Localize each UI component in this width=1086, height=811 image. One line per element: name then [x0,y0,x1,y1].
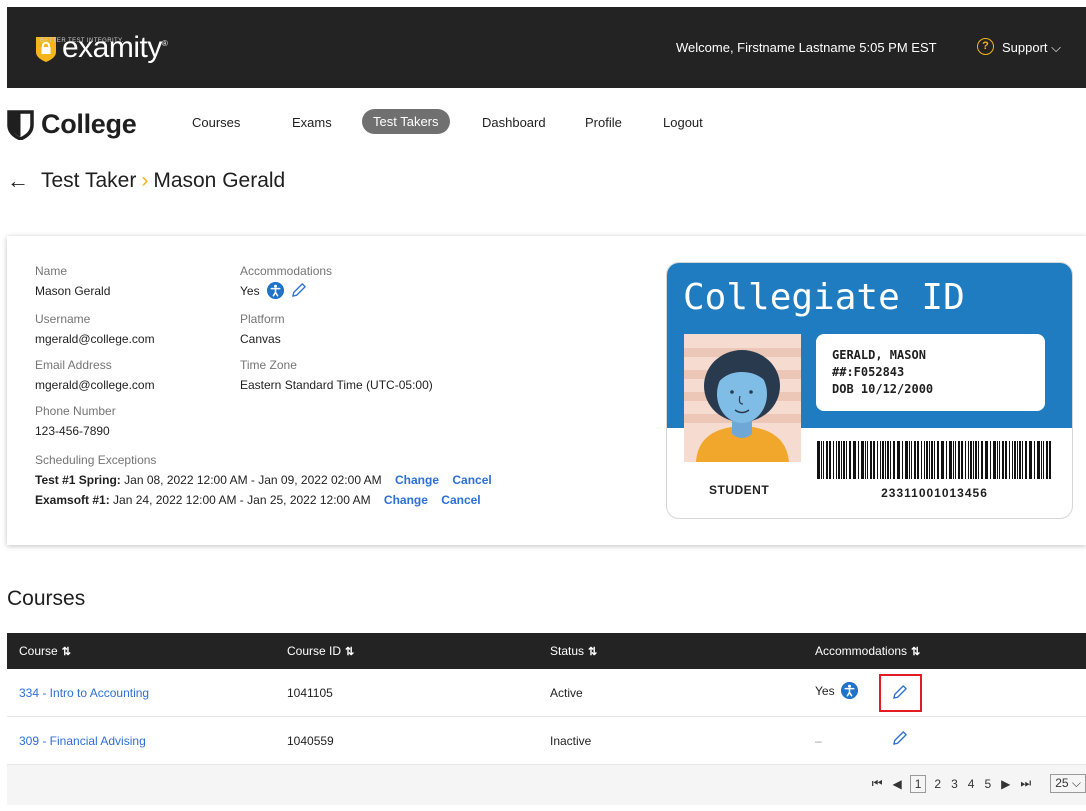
column-header-course-id[interactable]: Course ID ⇅ [287,644,354,658]
courses-table: Course ⇅ Course ID ⇅ Status ⇅ Accommodation… [7,633,1086,805]
name-value: Mason Gerald [35,284,111,298]
sort-icon[interactable]: ⇅ [62,646,71,658]
phone-value: 123-456-7890 [35,424,110,438]
timezone-value: Eastern Standard Time (UTC-05:00) [240,378,433,392]
exception-name: Examsoft #1: [35,493,110,507]
edit-pencil-icon[interactable] [290,282,307,299]
id-card-dob: DOB 10/12/2000 [832,382,934,396]
exception-cancel-link[interactable]: Cancel [441,493,480,507]
exception-change-link[interactable]: Change [395,473,439,487]
column-header-accommodations[interactable]: Accommodations ⇅ [815,644,920,658]
phone-label: Phone Number [35,404,116,418]
table-header: Course ⇅ Course ID ⇅ Status ⇅ Accommodation… [7,633,1086,669]
app-root: examity® BETTER TEST INTEGRITY. Welcome,… [0,0,1086,811]
barcode-number: 23311001013456 [881,486,988,500]
welcome-text: Welcome, Firstname Lastname 5:05 PM EST [676,40,937,55]
table-row: 309 - Financial Advising 1040559 Inactiv… [7,717,1086,765]
nav-exams[interactable]: Exams [292,115,332,130]
status-cell: Inactive [550,734,592,748]
brand-wordmark: examity® [62,31,168,64]
exception-row: Examsoft #1: Jan 24, 2022 12:00 AM - Jan… [35,493,481,507]
student-id-card: Collegiate ID GERALD, MASON ##:F052843 D… [667,263,1072,518]
sort-icon[interactable]: ⇅ [588,646,597,658]
exception-range: Jan 24, 2022 12:00 AM - Jan 25, 2022 12:… [113,493,371,507]
username-value: mgerald@college.com [35,332,155,346]
id-card-name: GERALD, MASON [832,348,926,362]
top-bar: examity® BETTER TEST INTEGRITY. Welcome,… [7,7,1086,88]
sort-icon[interactable]: ⇅ [911,646,920,658]
pagination-bar: ⏮ ◀ 1 2 3 4 5 ▶ ⏭ 25 ⌵ [7,765,1086,805]
email-value: mgerald@college.com [35,378,155,392]
table-row: 334 - Intro to Accounting 1041105 Active… [7,669,1086,717]
platform-value: Canvas [240,332,281,346]
edit-pencil-icon[interactable] [891,684,908,701]
edit-pencil-icon[interactable] [891,730,908,747]
id-card-title: Collegiate ID [683,277,965,318]
course-link[interactable]: 334 - Intro to Accounting [19,686,149,700]
exceptions-label: Scheduling Exceptions [35,453,157,467]
accommodations-value: Yes [815,683,835,698]
sort-icon[interactable]: ⇅ [345,646,354,658]
last-page-icon[interactable]: ⏭ [1020,776,1031,791]
breadcrumb-parent[interactable]: Test Taker [41,169,136,193]
barcode-image [817,441,1051,479]
accessibility-icon [840,682,858,699]
accessibility-icon [266,282,284,299]
timezone-label: Time Zone [240,358,297,372]
exception-change-link[interactable]: Change [384,493,428,507]
platform-label: Platform [240,312,285,326]
page-link[interactable]: 3 [951,777,958,791]
id-card-info: GERALD, MASON ##:F052843 DOB 10/12/2000 [816,334,1045,411]
page-link[interactable]: 5 [984,777,991,791]
nav-test-takers[interactable]: Test Takers [362,109,450,134]
breadcrumb-current: Mason Gerald [153,169,286,192]
shield-icon [7,109,34,140]
brand-tagline: BETTER TEST INTEGRITY. [40,38,124,44]
back-arrow-icon[interactable]: ← [7,168,29,194]
nav-profile[interactable]: Profile [585,115,622,130]
id-card-role: STUDENT [709,483,770,497]
breadcrumb-separator: › [141,169,149,192]
support-menu[interactable]: Support ⌵ [1002,40,1061,56]
page-link-current[interactable]: 1 [909,774,927,793]
accommodations-label: Accommodations [240,264,333,278]
page-link[interactable]: 2 [934,777,941,791]
accommodations-cell: Yes [815,682,858,699]
nav-courses[interactable]: Courses [192,115,240,130]
help-icon[interactable]: ? [977,38,994,55]
student-photo [684,334,801,462]
exception-range: Jan 08, 2022 12:00 AM - Jan 09, 2022 02:… [124,473,382,487]
course-link[interactable]: 309 - Financial Advising [19,734,146,748]
accommodations-value: Yes [240,283,260,298]
status-cell: Active [550,686,583,700]
college-name: College [41,109,137,139]
prev-page-icon[interactable]: ◀ [893,777,902,791]
main-nav: College Courses Exams Test Takers Dashbo… [7,88,1086,158]
username-label: Username [35,312,91,326]
first-page-icon[interactable]: ⏮ [872,776,883,791]
examity-logo[interactable]: examity® [35,29,168,64]
id-card-number: ##:F052843 [832,365,905,379]
email-label: Email Address [35,358,112,372]
column-header-status[interactable]: Status ⇅ [550,644,597,658]
next-page-icon[interactable]: ▶ [1001,777,1010,791]
accommodations-value-row: Yes [240,282,307,299]
accommodations-value: – [815,734,822,748]
column-header-course[interactable]: Course ⇅ [19,644,71,658]
nav-logout[interactable]: Logout [663,115,703,130]
exception-row: Test #1 Spring: Jan 08, 2022 12:00 AM - … [35,473,492,487]
exception-cancel-link[interactable]: Cancel [452,473,491,487]
nav-dashboard[interactable]: Dashboard [482,115,546,130]
courses-heading: Courses [7,587,86,610]
breadcrumb: ← Test Taker › Mason Gerald [7,168,285,194]
page-link[interactable]: 4 [968,777,975,791]
exception-name: Test #1 Spring: [35,473,121,487]
name-label: Name [35,264,68,278]
per-page-select[interactable]: 25 ⌵ [1050,774,1086,793]
pagination: ⏮ ◀ 1 2 3 4 5 ▶ ⏭ 25 ⌵ [867,774,1086,793]
course-id-cell: 1041105 [287,686,333,700]
college-logo[interactable]: College [7,109,137,140]
course-id-cell: 1040559 [287,734,334,748]
